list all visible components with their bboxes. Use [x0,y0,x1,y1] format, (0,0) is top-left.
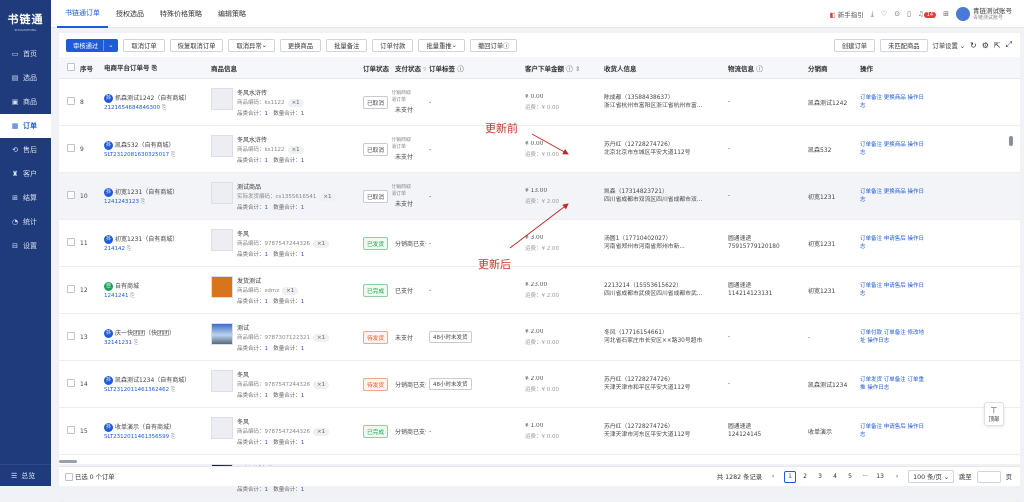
arrow-before [531,133,569,155]
arrow-after [509,203,569,249]
annotation-arrows [509,133,569,249]
